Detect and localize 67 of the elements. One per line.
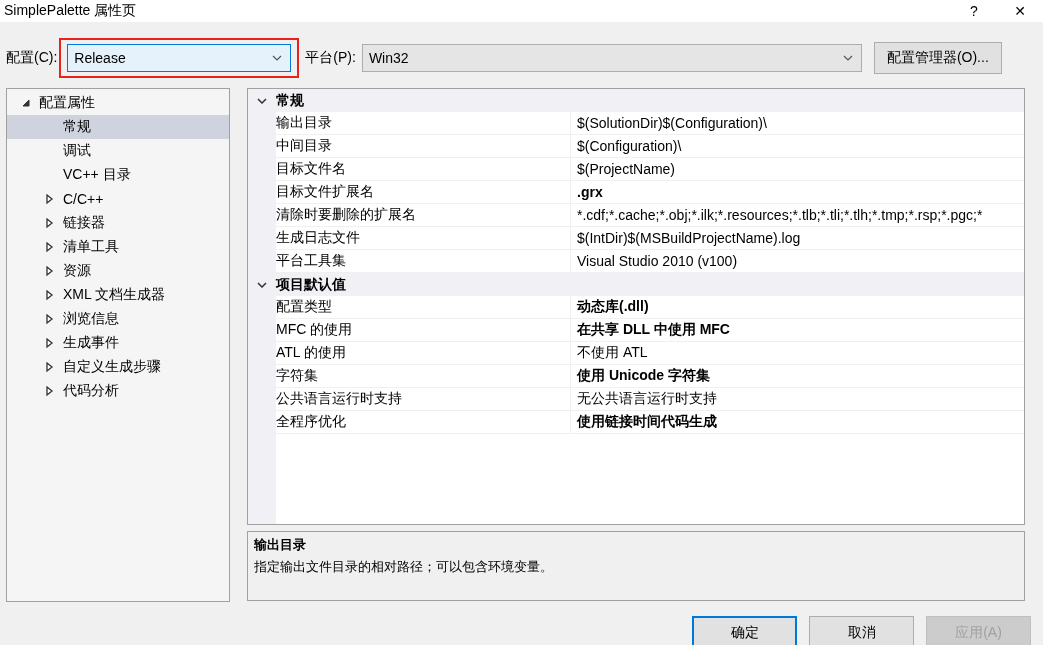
platform-label: 平台(P): — [305, 49, 356, 67]
property-value[interactable]: *.cdf;*.cache;*.obj;*.ilk;*.resources;*.tlb;*.tli;*.tlh;*.tmp;*.rsp;*.pgc;* — [577, 207, 983, 223]
tree-item[interactable]: 代码分析 — [63, 382, 119, 400]
config-dropdown[interactable]: Release — [67, 44, 292, 72]
property-value[interactable]: 使用链接时间代码生成 — [577, 413, 717, 431]
config-label: 配置(C): — [6, 49, 58, 67]
tree-item[interactable]: 自定义生成步骤 — [63, 358, 161, 376]
tree-item[interactable]: 调试 — [63, 142, 91, 160]
expand-icon[interactable] — [46, 290, 54, 300]
property-name: 配置类型 — [276, 298, 332, 316]
property-value[interactable]: $(ProjectName) — [577, 161, 676, 177]
property-name: MFC 的使用 — [276, 321, 353, 339]
tree-item[interactable]: VC++ 目录 — [63, 166, 131, 184]
property-value[interactable]: 在共享 DLL 中使用 MFC — [577, 321, 730, 339]
description-title: 输出目录 — [254, 536, 306, 554]
expand-icon[interactable] — [46, 218, 54, 228]
section-header: 常规 — [276, 91, 304, 110]
property-name: 平台工具集 — [276, 252, 346, 270]
property-name: 字符集 — [276, 367, 318, 385]
tree-item[interactable]: 清单工具 — [63, 238, 119, 256]
tree-item[interactable]: 浏览信息 — [63, 310, 119, 328]
collapse-icon[interactable] — [257, 97, 267, 104]
tree-item[interactable]: 常规 — [63, 118, 91, 136]
close-button[interactable]: ✕ — [997, 3, 1043, 19]
property-value[interactable]: .grx — [577, 184, 603, 200]
property-name: 清除时要删除的扩展名 — [276, 206, 416, 224]
property-name: 目标文件扩展名 — [276, 183, 374, 201]
tree-item[interactable]: 链接器 — [63, 214, 105, 232]
expand-icon[interactable] — [46, 338, 54, 348]
property-name: 目标文件名 — [276, 160, 346, 178]
property-name: 全程序优化 — [276, 413, 346, 431]
platform-dropdown[interactable]: Win32 — [361, 44, 862, 72]
dialog-button[interactable]: 确定 — [692, 616, 797, 645]
property-value[interactable]: Visual Studio 2010 (v100) — [577, 253, 738, 269]
property-value[interactable]: $(SolutionDir)$(Configuration)\ — [577, 115, 767, 131]
expand-icon[interactable] — [46, 242, 54, 252]
caret-icon — [842, 55, 853, 61]
property-value[interactable]: 使用 Unicode 字符集 — [577, 367, 710, 385]
window-title: SimplePalette 属性页 — [4, 2, 138, 20]
config-manager-button[interactable]: 配置管理器(O)... — [873, 42, 1002, 74]
tree-item[interactable]: 生成事件 — [63, 334, 119, 352]
caret-icon — [272, 55, 283, 61]
expand-icon[interactable] — [46, 266, 54, 276]
property-value[interactable]: $(Configuration)\ — [577, 138, 682, 154]
expand-icon[interactable] — [22, 99, 30, 107]
property-name: 中间目录 — [276, 137, 332, 155]
tree-item[interactable]: 资源 — [63, 262, 91, 280]
expand-icon[interactable] — [46, 194, 54, 204]
expand-icon[interactable] — [46, 314, 54, 324]
help-button[interactable]: ? — [951, 3, 997, 19]
property-value[interactable]: $(IntDir)$(MSBuildProjectName).log — [577, 230, 801, 246]
expand-icon[interactable] — [46, 386, 54, 396]
collapse-icon[interactable] — [257, 281, 267, 288]
property-value[interactable]: 无公共语言运行时支持 — [577, 390, 717, 408]
property-value[interactable]: 不使用 ATL — [577, 344, 648, 362]
tree-item[interactable]: 配置属性 — [39, 94, 95, 112]
expand-icon[interactable] — [46, 362, 54, 372]
property-name: 输出目录 — [276, 114, 332, 132]
dialog-button[interactable]: 取消 — [809, 616, 914, 645]
tree-item[interactable]: XML 文档生成器 — [63, 286, 166, 304]
tree-item[interactable]: C/C++ — [63, 191, 104, 207]
property-value[interactable]: 动态库(.dll) — [577, 298, 649, 316]
property-name: ATL 的使用 — [276, 344, 346, 362]
property-name: 生成日志文件 — [276, 229, 360, 247]
description-text: 指定输出文件目录的相对路径；可以包含环境变量。 — [254, 558, 553, 576]
section-header: 项目默认值 — [276, 275, 346, 294]
property-name: 公共语言运行时支持 — [276, 390, 402, 408]
